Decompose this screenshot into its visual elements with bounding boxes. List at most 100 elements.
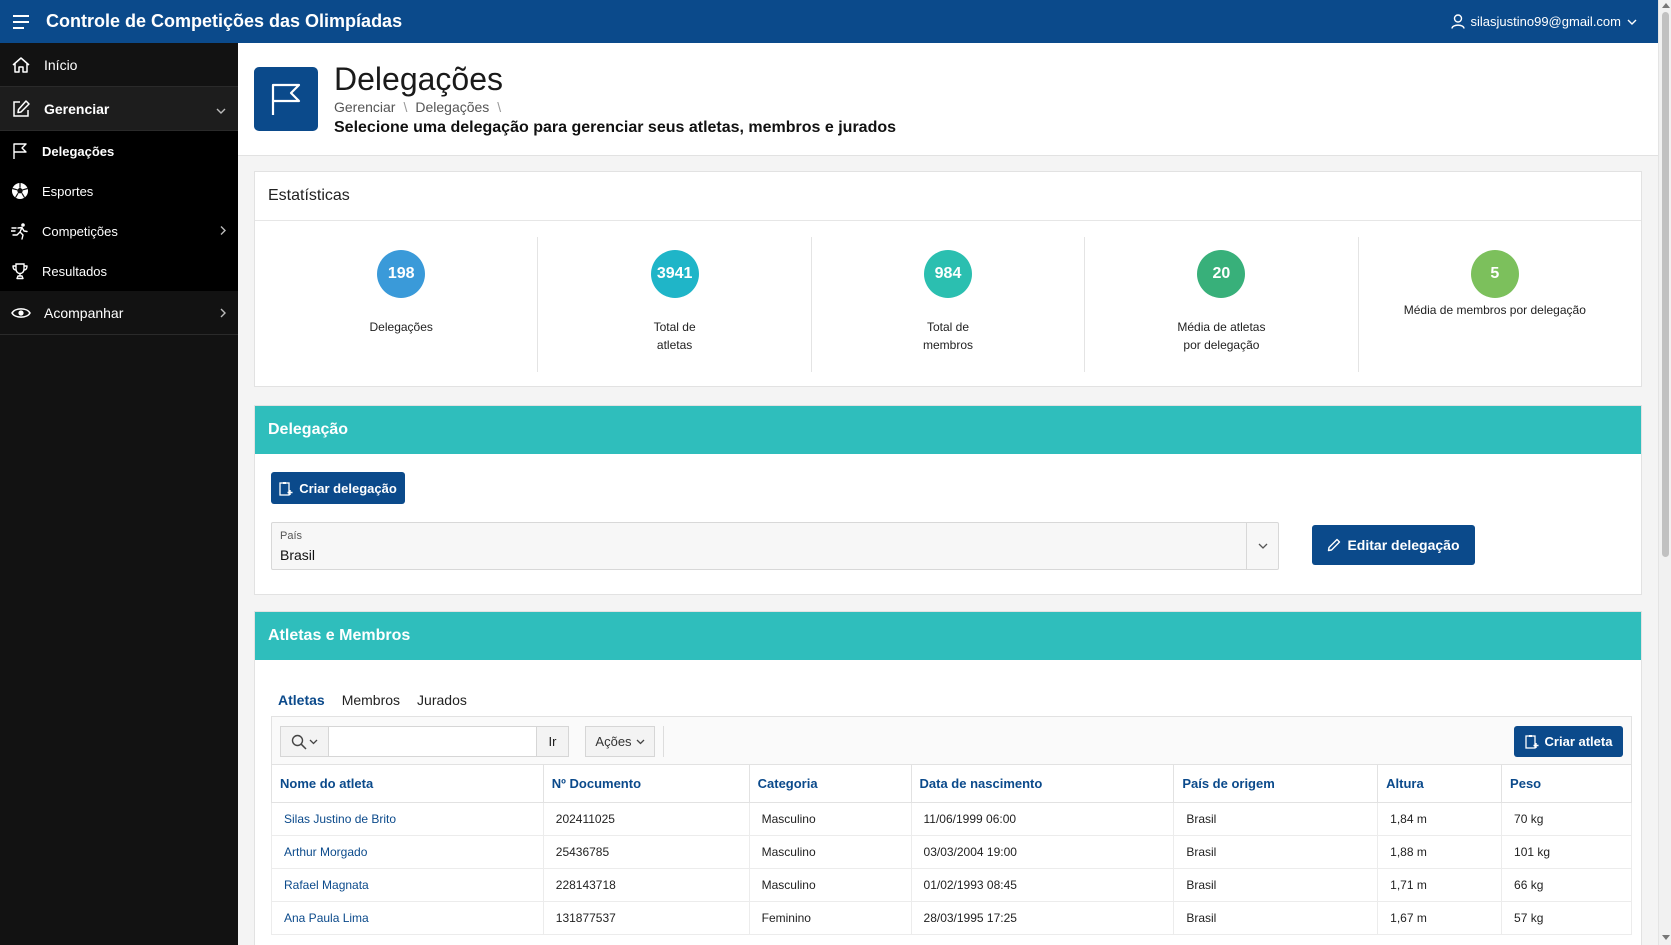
table-cell: 11/06/1999 06:00: [910, 802, 1175, 836]
stats-title: Estatísticas: [255, 172, 1641, 221]
page-subtitle: Selecione uma delegação para gerenciar s…: [334, 119, 897, 136]
sidebar-item-gerenciar[interactable]: Gerenciar: [0, 87, 238, 131]
scroll-up-arrow-icon[interactable]: [1661, 2, 1670, 10]
breadcrumb: Gerenciar \ Delegações \: [334, 99, 501, 115]
table-cell: 01/02/1993 08:45: [910, 868, 1175, 902]
stat-label: Total de membros: [923, 320, 974, 352]
sidebar-item-delegacoes[interactable]: Delegações: [0, 131, 238, 171]
chevron-down-icon: [636, 739, 645, 744]
stat-label: Média de membros por delegação: [1403, 303, 1586, 317]
menu-toggle-button[interactable]: [4, 4, 40, 40]
athletes-table: Nome do atleta Nº Documento Categoria Da…: [271, 764, 1632, 935]
athlete-name-link[interactable]: Silas Justino de Brito: [271, 802, 544, 836]
athlete-name-link[interactable]: Rafael Magnata: [271, 868, 544, 902]
search-group: Ir: [280, 726, 569, 757]
tab-atletas[interactable]: Atletas: [278, 692, 325, 718]
athlete-name-link[interactable]: Arthur Morgado: [271, 835, 544, 869]
go-button[interactable]: Ir: [537, 726, 569, 757]
user-menu[interactable]: silasjustino99@gmail.com: [1450, 0, 1637, 43]
page-header: Delegações Gerenciar \ Delegações \ Sele…: [238, 43, 1658, 156]
column-header[interactable]: Nº Documento: [542, 764, 750, 803]
sidebar-item-label: Delegações: [42, 143, 115, 159]
table-cell: 70 kg: [1501, 802, 1632, 836]
table-cell: 228143718: [542, 868, 750, 902]
tab-jurados[interactable]: Jurados: [417, 692, 467, 718]
stat-badge: 5: [1470, 250, 1519, 298]
sidebar-item-label: Esportes: [42, 183, 94, 199]
country-label: País: [280, 530, 303, 542]
table-cell: 66 kg: [1501, 868, 1632, 902]
sidebar-item-acompanhar[interactable]: Acompanhar: [0, 291, 238, 335]
table-cell: 202411025: [542, 802, 750, 836]
main-content: Delegações Gerenciar \ Delegações \ Sele…: [238, 43, 1658, 945]
sidebar-item-inicio[interactable]: Início: [0, 43, 238, 87]
stat-label: Total de atletas: [653, 320, 696, 352]
tab-bar: Atletas Membros Jurados: [278, 692, 467, 718]
page-scrollbar[interactable]: [1658, 0, 1671, 945]
create-delegacao-button[interactable]: Criar delegação: [271, 472, 405, 504]
hamburger-icon: [13, 14, 29, 29]
sidebar-item-label: Início: [44, 56, 78, 73]
toolbar-divider: [663, 726, 664, 757]
column-header[interactable]: Categoria: [748, 764, 912, 803]
breadcrumb-item[interactable]: Gerenciar: [334, 99, 395, 115]
table-cell: Masculino: [748, 835, 912, 869]
eye-icon: [10, 302, 32, 324]
page-title: Delegações: [334, 61, 503, 97]
country-select[interactable]: País Brasil: [271, 522, 1279, 570]
scrollbar-thumb[interactable]: [1662, 12, 1669, 557]
sidebar-item-label: Acompanhar: [44, 304, 124, 321]
delegacao-title: Delegação: [255, 406, 1641, 454]
button-label: Ações: [595, 734, 632, 749]
sidebar-item-resultados[interactable]: Resultados: [0, 251, 238, 291]
sidebar-item-label: Competições: [42, 223, 118, 239]
scroll-down-arrow-icon[interactable]: [1661, 935, 1670, 943]
home-icon: [10, 54, 32, 76]
sidebar-item-label: Gerenciar: [44, 100, 110, 117]
edit-icon: [10, 98, 32, 120]
table-cell: Feminino: [748, 901, 912, 935]
trophy-icon: [10, 261, 30, 281]
search-input[interactable]: [328, 726, 537, 757]
sidebar-submenu: Delegações Esportes Competições Resultad…: [0, 131, 238, 291]
stat-label: Delegações: [369, 320, 433, 334]
search-column-menu[interactable]: [280, 726, 328, 757]
edit-delegacao-button[interactable]: Editar delegação: [1312, 525, 1475, 565]
stat-item: 5 Média de membros por delegação: [1359, 237, 1631, 372]
sidebar-item-esportes[interactable]: Esportes: [0, 171, 238, 211]
report-toolbar: Ir Ações Criar atleta: [271, 716, 1632, 764]
table-row: Ana Paula Lima 131877537 Feminino 28/03/…: [271, 901, 1632, 935]
table-cell: 25436785: [542, 835, 750, 869]
athletes-region: Atletas e Membros Atletas Membros Jurado…: [254, 611, 1642, 945]
actions-menu-button[interactable]: Ações: [585, 726, 655, 757]
sidebar-item-label: Resultados: [42, 263, 108, 279]
column-header[interactable]: Nome do atleta: [271, 764, 544, 803]
search-icon: [291, 734, 307, 750]
column-header[interactable]: Data de nascimento: [910, 764, 1175, 803]
button-label: Criar delegação: [299, 480, 397, 496]
add-document-icon: [1524, 735, 1539, 749]
column-header[interactable]: Peso: [1501, 764, 1632, 803]
athlete-name-link[interactable]: Ana Paula Lima: [271, 901, 544, 935]
stat-item: 198 Delegações: [265, 237, 539, 372]
table-cell: Brasil: [1173, 901, 1379, 935]
table-row: Arthur Morgado 25436785 Masculino 03/03/…: [271, 835, 1632, 869]
chevron-down-icon: [1246, 523, 1278, 569]
stat-item: 984 Total de membros: [812, 237, 1086, 372]
sidebar-item-competicoes[interactable]: Competições: [0, 211, 238, 251]
tab-membros[interactable]: Membros: [342, 692, 400, 718]
table-cell: Brasil: [1173, 868, 1379, 902]
column-header[interactable]: Altura: [1377, 764, 1503, 803]
column-header[interactable]: País de origem: [1173, 764, 1379, 803]
app-title[interactable]: Controle de Competições das Olimpíadas: [46, 11, 402, 32]
running-icon: [10, 221, 30, 241]
table-cell: 03/03/2004 19:00: [910, 835, 1175, 869]
table-cell: 1,84 m: [1377, 802, 1503, 836]
table-header-row: Nome do atleta Nº Documento Categoria Da…: [271, 764, 1632, 803]
table-cell: Masculino: [748, 802, 912, 836]
country-value: Brasil: [280, 547, 316, 563]
stat-badge: 984: [924, 250, 973, 298]
chevron-right-icon: [220, 305, 226, 321]
user-icon: [1450, 14, 1465, 29]
create-atleta-button[interactable]: Criar atleta: [1514, 726, 1623, 757]
